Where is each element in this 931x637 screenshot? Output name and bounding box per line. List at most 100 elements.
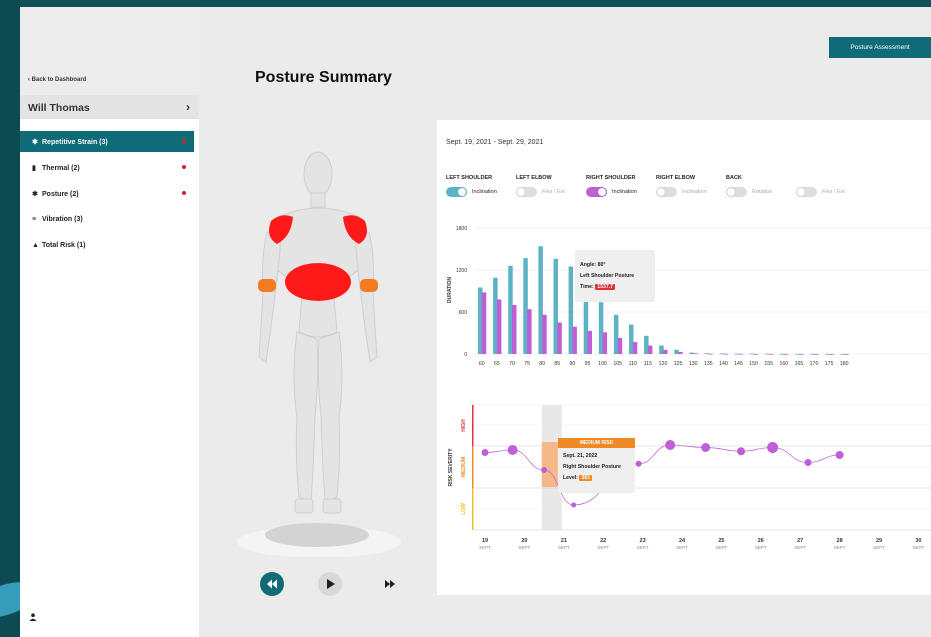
bar-right-shoulder [723, 353, 728, 355]
risk-tooltip-header: MEDIUM RISK [558, 438, 635, 448]
risk-line [484, 444, 840, 506]
x-day-label: 29 [876, 538, 882, 544]
x-tick-label: 90 [570, 361, 576, 367]
x-month-label: SEPT [794, 545, 806, 550]
x-tick-label: 155 [764, 361, 773, 367]
user-selector[interactable]: Will Thomas › [20, 95, 199, 119]
risk-tooltip: MEDIUM RISK Sept. 21, 2022 Right Shoulde… [558, 438, 635, 493]
risk-point [701, 443, 711, 452]
x-month-label: SEPT [479, 545, 491, 550]
x-tick-label: 135 [704, 361, 713, 367]
sidebar-item-label: Total Risk (1) [42, 242, 86, 249]
sidebar-item-repetitive-strain[interactable]: ✱ Repetitive Strain (3) [20, 131, 194, 152]
x-month-label: SEPT [519, 545, 531, 550]
left-elbow-highlight [258, 279, 276, 292]
risk-point [737, 447, 746, 456]
play-icon [318, 572, 342, 596]
risk-point [665, 440, 676, 450]
alert-dot [182, 139, 186, 143]
bar-right-shoulder [738, 353, 743, 355]
x-tick-label: 85 [554, 361, 560, 367]
x-month-label: SEPT [716, 545, 728, 550]
x-day-label: 26 [758, 538, 764, 544]
x-tick-label: 75 [524, 361, 530, 367]
user-name: Will Thomas [28, 102, 90, 114]
y-tick-label: 0 [464, 352, 467, 358]
risk-band-label: LOW [461, 503, 467, 515]
x-day-label: 23 [640, 538, 646, 544]
sidebar-item-total-risk[interactable]: ▲ Total Risk (1) [20, 235, 194, 256]
bar-right-shoulder [632, 342, 638, 354]
x-month-label: SEPT [558, 545, 570, 550]
alert-dot [182, 191, 186, 195]
user-icon[interactable] [29, 613, 37, 623]
risk-point [541, 467, 548, 473]
body-posture-figure[interactable] [219, 117, 429, 557]
band-medium-bar [472, 446, 474, 488]
posture-chart-card: Sept. 19, 2021 - Sept. 29, 2021 LEFT SHO… [437, 120, 931, 595]
tooltip-time-value: 1537.7 [595, 284, 616, 290]
play-button[interactable] [318, 572, 342, 601]
x-tick-label: 95 [585, 361, 591, 367]
rewind-icon [260, 572, 284, 596]
bar-right-shoulder [617, 337, 623, 354]
x-tick-label: 115 [644, 361, 652, 367]
tooltip-angle: Angle: 80° [580, 262, 606, 268]
bar-right-shoulder [602, 332, 608, 354]
risk-band-label: MEDIUM [461, 457, 467, 477]
bar-right-shoulder [693, 353, 698, 355]
bar-right-shoulder [496, 299, 502, 354]
x-tick-label: 150 [749, 361, 758, 367]
posture-assessment-button[interactable]: Posture Assessment [829, 37, 931, 58]
x-day-label: 27 [797, 538, 803, 544]
y-tick-label: 1200 [456, 268, 467, 274]
x-tick-label: 65 [494, 361, 500, 367]
sidebar-item-label: Thermal (2) [42, 165, 80, 172]
walking-person-icon: ✱ [32, 139, 38, 146]
bar-right-shoulder [542, 314, 547, 354]
sidebar-item-label: Posture (2) [42, 191, 79, 198]
x-tick-label: 110 [629, 361, 637, 367]
x-month-label: SEPT [676, 545, 688, 550]
back-label: Back to Dashboard [31, 77, 87, 83]
sidebar: ‹ Back to Dashboard Will Thomas › ✱ Repet… [20, 7, 199, 637]
bar-right-shoulder [527, 309, 532, 354]
x-tick-label: 145 [734, 361, 743, 367]
back-to-dashboard-link[interactable]: ‹ Back to Dashboard [28, 77, 86, 83]
sidebar-item-posture[interactable]: ✱ Posture (2) [20, 183, 194, 204]
warning-icon: ▲ [32, 242, 39, 249]
x-day-label: 22 [600, 538, 606, 544]
y-tick-label: 1800 [456, 226, 467, 232]
right-elbow-highlight [360, 279, 378, 292]
sidebar-item-thermal[interactable]: ▮ Thermal (2) [20, 157, 194, 178]
bar-right-shoulder [572, 326, 577, 354]
x-tick-label: 165 [795, 361, 804, 367]
sidebar-item-vibration[interactable]: ≡ Vibration (3) [20, 209, 194, 230]
x-month-label: SEPT [834, 545, 846, 550]
bar-right-shoulder [753, 353, 759, 355]
risk-tooltip-level-value: 361 [579, 475, 593, 481]
band-low-bar [472, 488, 474, 530]
bar-right-shoulder [512, 305, 517, 354]
x-day-label: 30 [915, 538, 921, 544]
x-day-label: 25 [718, 538, 724, 544]
risk-point [804, 459, 812, 466]
tooltip-name: Left Shoulder Posture [580, 273, 635, 279]
sidebar-item-label: Repetitive Strain (3) [42, 139, 108, 146]
page-title: Posture Summary [255, 69, 392, 86]
x-tick-label: 160 [779, 361, 788, 367]
x-tick-label: 175 [825, 361, 834, 367]
band-high-bar [472, 405, 474, 446]
mannequin-body [258, 151, 378, 514]
rewind-button[interactable] [260, 572, 284, 601]
x-tick-label: 120 [659, 361, 668, 367]
thermometer-icon: ▮ [32, 165, 36, 172]
bar-right-shoulder [678, 351, 683, 354]
bar-right-shoulder [829, 353, 834, 355]
x-day-label: 24 [679, 538, 686, 544]
risk-point [571, 502, 577, 508]
fast-forward-button[interactable] [382, 576, 398, 597]
left-edge-strip [0, 0, 43, 637]
x-tick-label: 80 [539, 361, 545, 367]
risk-tooltip-level-label: Level: [563, 475, 578, 481]
